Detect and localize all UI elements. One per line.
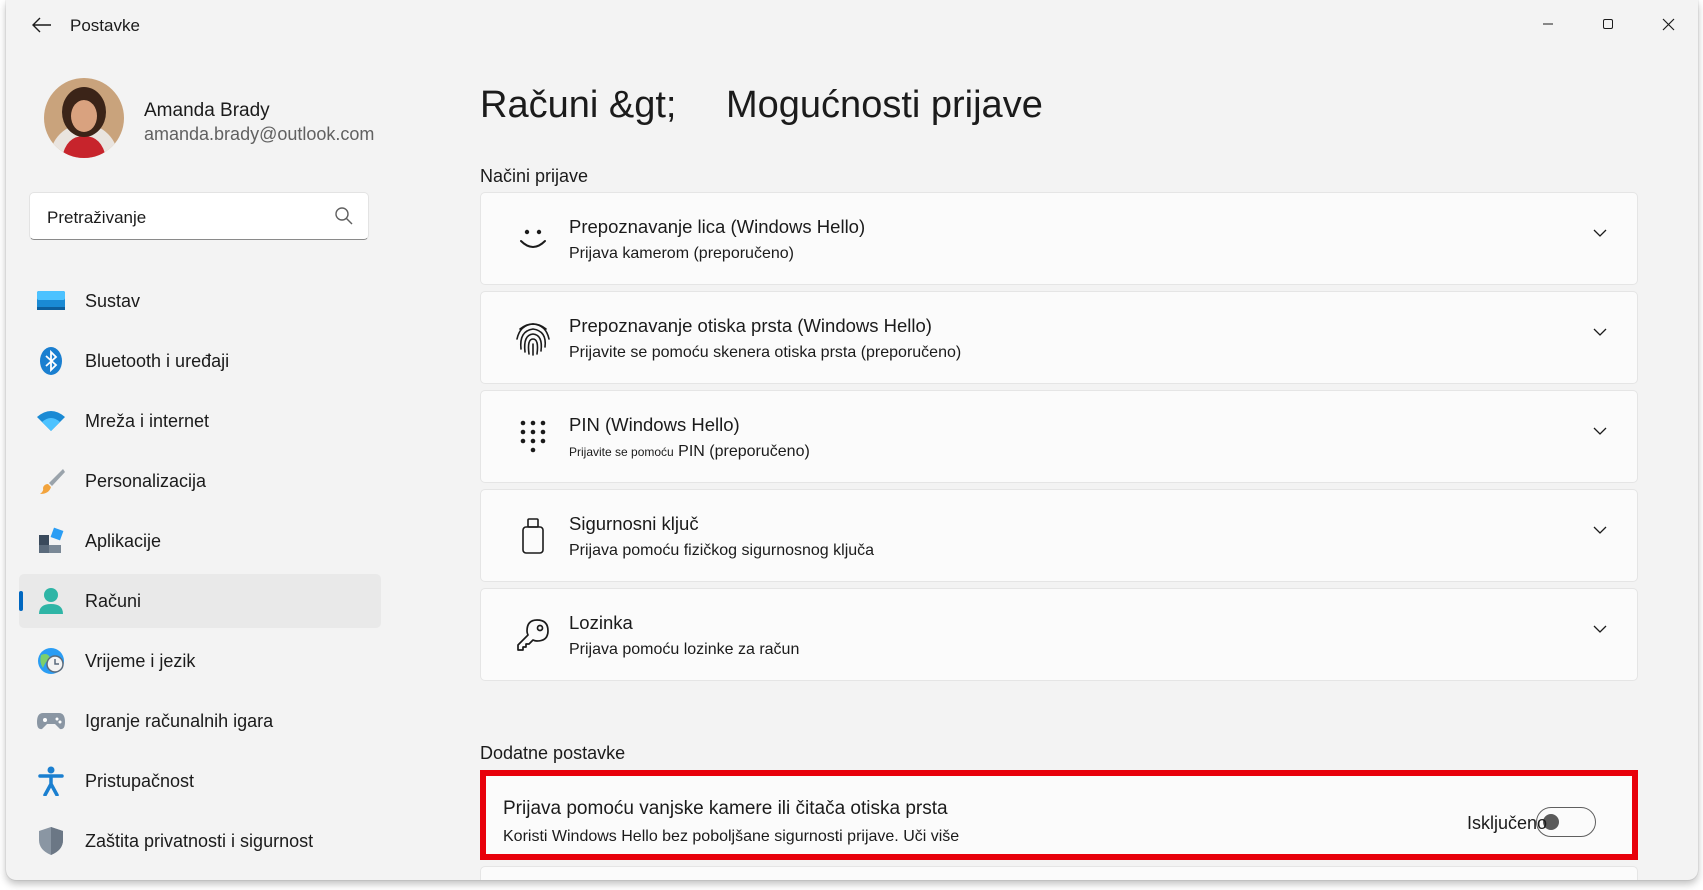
sidebar-item-accounts[interactable]: Računi [19, 574, 381, 628]
close-button[interactable] [1640, 8, 1696, 40]
system-icon [36, 286, 66, 316]
search-input[interactable]: Pretraživanje [47, 208, 146, 228]
chevron-down-icon[interactable] [1593, 229, 1607, 238]
settings-window: Postavke Amanda Brady amanda.brady@outlo… [6, 0, 1698, 880]
option-subtitle: Prijavite se pomoću PIN (preporučeno) [569, 443, 810, 461]
chevron-down-icon[interactable] [1593, 625, 1607, 634]
chevron-down-icon[interactable] [1593, 328, 1607, 337]
sidebar-item-label: Igranje računalnih igara [85, 711, 274, 731]
brush-icon [36, 466, 66, 496]
shield-icon [36, 826, 66, 856]
sidebar-item-personalization[interactable]: Personalizacija [19, 454, 381, 508]
close-icon [1662, 18, 1674, 30]
setting-title: Prijava pomoću vanjske kamere ili čitača… [503, 798, 948, 819]
sidebar-item-privacy-security[interactable]: Zaštita privatnosti i sigurnost [19, 814, 381, 868]
sidebar-item-sustav[interactable]: Sustav [19, 274, 381, 328]
gaming-icon [36, 706, 66, 736]
signin-options: Prepoznavanje lica (Windows Hello) Prija… [480, 192, 1638, 687]
option-subtitle-main: PIN (preporučeno) [678, 443, 810, 460]
chevron-down-icon[interactable] [1593, 526, 1607, 535]
fingerprint-icon [513, 318, 553, 358]
breadcrumb-accounts[interactable]: Računi &gt; [480, 84, 676, 127]
sidebar-item-label: Vrijeme i jezik [85, 651, 196, 671]
minimize-button[interactable] [1520, 8, 1576, 40]
sidebar-item-bluetooth[interactable]: Bluetooth i uređaji [19, 334, 381, 388]
accounts-icon [36, 586, 66, 616]
sidebar-item-label: Aplikacije [85, 531, 162, 551]
maximize-button[interactable] [1580, 8, 1636, 40]
apps-icon [36, 526, 66, 556]
sidebar-item-gaming[interactable]: Igranje računalnih igara [19, 694, 381, 748]
maximize-icon [1603, 19, 1613, 29]
option-subtitle: Prijava kamerom (preporučeno) [569, 245, 794, 262]
section-additional-settings: Dodatne postavke [480, 743, 626, 763]
option-title: Prepoznavanje lica (Windows Hello) [569, 216, 866, 237]
sidebar-item-label: Mreža i internet [85, 411, 210, 431]
option-title: PIN (Windows Hello) [569, 414, 740, 435]
search-box[interactable]: Pretraživanje [29, 192, 369, 240]
option-title: Sigurnosni ključ [569, 513, 699, 534]
chevron-down-icon[interactable] [1593, 427, 1607, 436]
sidebar-item-label: Sustav [85, 291, 141, 311]
sidebar-item-label: Računi [85, 591, 142, 611]
app-title: Postavke [70, 16, 140, 35]
active-indicator [19, 591, 23, 611]
toggle-state-label: Isključeno [1467, 813, 1548, 833]
sidebar-item-time-language[interactable]: Vrijeme i jezik [19, 634, 381, 688]
sidebar-item-apps[interactable]: Aplikacije [19, 514, 381, 568]
section-signin-methods: Načini prijave [480, 166, 589, 186]
option-subtitle: Prijava pomoću fizičkog sigurnosnog klju… [569, 542, 875, 559]
option-subtitle: Prijava pomoću lozinke za račun [569, 641, 800, 658]
external-camera-setting: Prijava pomoću vanjske kamere ili čitača… [480, 770, 1638, 860]
sidebar-nav: Sustav Bluetooth i uređaji Mreža i inter… [19, 274, 381, 874]
option-title: Lozinka [569, 612, 633, 633]
sidebar-item-label: Zaštita privatnosti i sigurnost [85, 831, 314, 851]
bluetooth-icon [36, 346, 66, 376]
next-setting-card [480, 866, 1638, 880]
back-button[interactable] [20, 10, 64, 40]
option-fingerprint[interactable]: Prepoznavanje otiska prsta (Windows Hell… [480, 291, 1638, 384]
page-title: Računi &gt; Mogućnosti prijave [480, 84, 1043, 127]
option-title: Prepoznavanje otiska prsta (Windows Hell… [569, 315, 932, 336]
pin-keypad-icon [513, 417, 553, 457]
sidebar-item-network[interactable]: Mreža i internet [19, 394, 381, 448]
face-icon [513, 219, 553, 259]
setting-description: Koristi Windows Hello bez poboljšane sig… [503, 828, 960, 845]
wifi-icon [36, 406, 66, 436]
security-key-icon [513, 516, 553, 556]
time-language-icon [36, 646, 66, 676]
accessibility-icon [36, 766, 66, 796]
sidebar-item-accessibility[interactable]: Pristupačnost [19, 754, 381, 808]
title-bar: Postavke [6, 0, 1698, 50]
option-subtitle: Prijavite se pomoću skenera otiska prsta… [569, 344, 962, 361]
option-face[interactable]: Prepoznavanje lica (Windows Hello) Prija… [480, 192, 1638, 285]
breadcrumb-current: Mogućnosti prijave [726, 84, 1043, 126]
option-pin[interactable]: PIN (Windows Hello) Prijavite se pomoću … [480, 390, 1638, 483]
user-name: Amanda Brady [144, 100, 270, 121]
option-security-key[interactable]: Sigurnosni ključ Prijava pomoću fizičkog… [480, 489, 1638, 582]
avatar [44, 78, 124, 158]
sidebar-item-label: Bluetooth i uređaji [85, 351, 230, 371]
sidebar-item-label: Pristupačnost [85, 771, 195, 791]
sidebar-item-label: Personalizacija [85, 471, 207, 491]
option-password[interactable]: Lozinka Prijava pomoću lozinke za račun [480, 588, 1638, 681]
search-icon[interactable] [334, 206, 354, 226]
user-email: amanda.brady@outlook.com [144, 124, 375, 144]
key-icon [513, 615, 553, 655]
back-arrow-icon [32, 17, 51, 33]
option-subtitle-small: Prijavite se pomoću [569, 445, 674, 459]
minimize-icon [1543, 23, 1553, 25]
